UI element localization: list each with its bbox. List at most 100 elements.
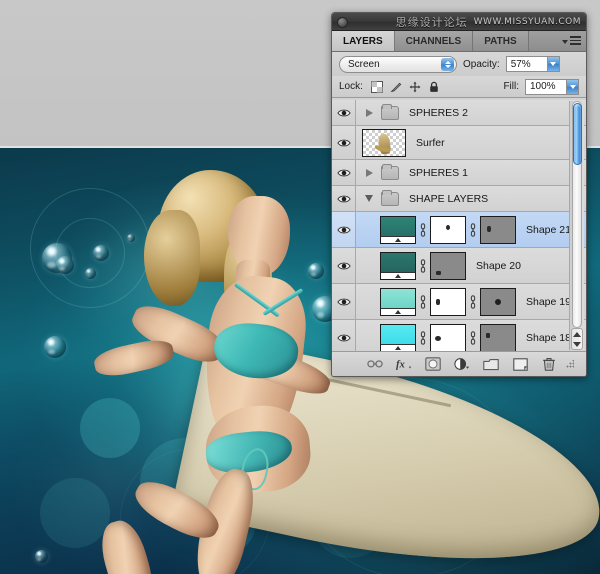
lock-position-icon[interactable] [409,81,421,93]
fill-input[interactable]: 100% [525,79,567,95]
layers-panel[interactable]: 思缘设计论坛 WWW.MISSYUAN.COM LAYERS CHANNELS … [331,12,587,377]
adjustment-layer-button[interactable] [454,356,470,372]
layer-thumbnail[interactable] [380,252,416,280]
layer-row[interactable]: Shape 21 [332,212,586,248]
add-layer-mask-button[interactable] [425,356,441,372]
opacity-input[interactable]: 57% [506,56,548,72]
layer-name: Shape 18 [526,332,571,344]
watermark: 思缘设计论坛 WWW.MISSYUAN.COM [396,14,581,29]
blend-opacity-row[interactable]: Screen Opacity: 57% [332,52,586,76]
decor-bubble [35,550,48,563]
menu-bars-icon [570,36,581,47]
opacity-control[interactable]: 57% [506,56,560,72]
vector-mask-thumbnail[interactable] [430,288,466,316]
lock-image-icon[interactable] [390,81,402,93]
layer-row[interactable]: SHAPE LAYERS [332,186,586,212]
link-icon[interactable] [418,330,428,346]
folder-icon [381,106,399,120]
vector-mask-thumbnail[interactable] [430,324,466,352]
link-icon[interactable] [418,222,428,238]
eye-icon [337,297,351,307]
lock-all-icon[interactable] [428,81,440,93]
layer-visibility-toggle[interactable] [332,248,356,283]
opacity-label: Opacity: [463,59,500,70]
layer-thumbnail[interactable] [362,129,406,157]
scroll-up-icon[interactable] [573,332,581,337]
decor-bubble [85,268,96,279]
layer-mask-thumbnail[interactable] [480,216,516,244]
tab-channels[interactable]: CHANNELS [395,31,474,51]
layer-mask-thumbnail[interactable] [480,324,516,352]
folder-icon [381,166,399,180]
layer-mask-thumbnail[interactable] [430,252,466,280]
lock-label: Lock: [339,81,363,92]
link-icon[interactable] [468,294,478,310]
layer-visibility-toggle[interactable] [332,100,356,125]
layer-visibility-toggle[interactable] [332,320,356,351]
scrollbar-thumb[interactable] [573,103,582,165]
eye-icon [337,225,351,235]
opacity-dropdown-icon[interactable] [548,56,560,72]
blend-mode-value: Screen [348,59,380,70]
fill-dropdown-icon[interactable] [567,79,579,95]
decor-dot [40,478,110,548]
link-icon[interactable] [468,330,478,346]
group-disclosure-icon[interactable] [363,109,375,117]
panel-close-icon[interactable] [337,17,348,28]
eye-icon [337,333,351,343]
group-disclosure-icon[interactable] [363,169,375,177]
scroll-down-icon[interactable] [573,342,581,347]
decor-bubble [44,336,66,358]
new-group-button[interactable] [483,356,499,372]
blend-mode-stepper-icon[interactable] [441,58,454,71]
layer-visibility-toggle[interactable] [332,186,356,211]
new-layer-button[interactable] [512,356,528,372]
layer-thumbnail[interactable] [380,324,416,352]
link-layers-button[interactable] [367,356,383,372]
svg-text:fx: fx [396,360,406,371]
layer-visibility-toggle[interactable] [332,160,356,185]
scrollbar-arrows[interactable] [571,328,583,350]
panel-resize-grip[interactable] [566,360,574,368]
blend-mode-select[interactable]: Screen [339,56,457,73]
decor-bubble [56,256,74,274]
fill-control[interactable]: 100% [525,79,579,95]
layer-thumbnail[interactable] [380,216,416,244]
layer-row[interactable]: Shape 18 [332,320,586,351]
eye-icon [337,261,351,271]
layer-row[interactable]: Surfer [332,126,586,160]
layer-thumbnail[interactable] [380,288,416,316]
layer-style-button[interactable]: fx [396,356,412,372]
layer-row[interactable]: SPHERES 2 [332,100,586,126]
layer-visibility-toggle[interactable] [332,212,356,247]
layer-visibility-toggle[interactable] [332,126,356,159]
layer-mask-thumbnail[interactable] [480,288,516,316]
folder-icon [381,192,399,206]
lock-fill-row[interactable]: Lock: Fill: 100% [332,76,586,98]
layer-row[interactable]: SPHERES 1 [332,160,586,186]
layer-row[interactable]: Shape 19 [332,284,586,320]
layer-visibility-toggle[interactable] [332,284,356,319]
layer-row[interactable]: Shape 20 [332,248,586,284]
chevron-down-icon [562,40,568,44]
lock-transparency-icon[interactable] [371,81,383,93]
layer-name: SPHERES 1 [409,167,468,179]
vector-mask-thumbnail[interactable] [430,216,466,244]
delete-layer-button[interactable] [541,356,557,372]
link-icon[interactable] [418,294,428,310]
panel-tab-row[interactable]: LAYERS CHANNELS PATHS [332,31,586,52]
layer-name: Shape 21 [526,224,571,236]
tab-paths[interactable]: PATHS [473,31,528,51]
layer-list[interactable]: SPHERES 2 Surfer SPHERES 1 [332,100,586,351]
link-icon[interactable] [468,222,478,238]
link-icon[interactable] [418,258,428,274]
tab-layers[interactable]: LAYERS [332,31,395,51]
lock-buttons[interactable] [371,81,440,93]
layers-vertical-scrollbar[interactable] [569,101,584,350]
decor-bubble [93,245,109,261]
panel-titlebar[interactable]: 思缘设计论坛 WWW.MISSYUAN.COM [332,13,586,31]
eye-icon [337,194,351,204]
panel-menu-icon[interactable] [560,34,582,49]
group-disclosure-icon[interactable] [363,195,375,202]
layers-panel-footer[interactable]: fx [332,351,586,376]
